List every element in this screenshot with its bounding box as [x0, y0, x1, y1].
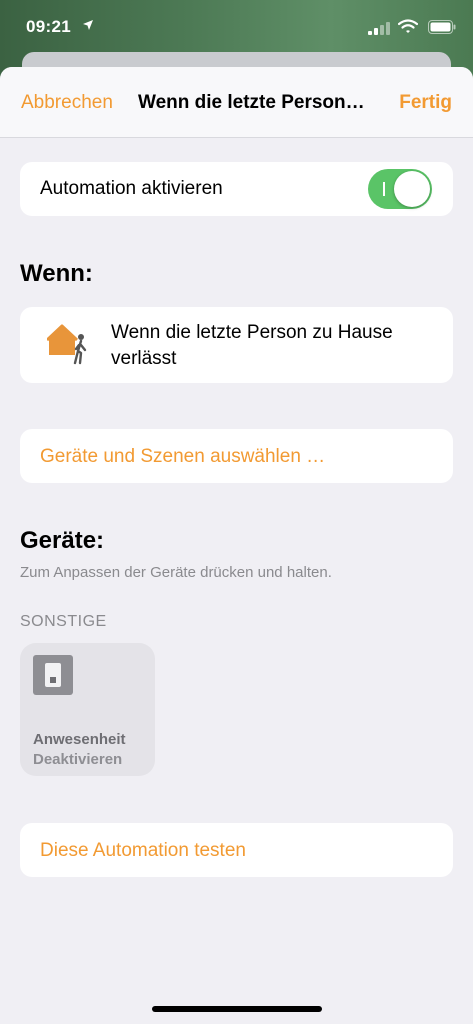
cellular-signal-icon: [368, 22, 390, 35]
devices-hint: Zum Anpassen der Geräte drücken und halt…: [20, 564, 332, 581]
toggle-knob: [394, 171, 430, 207]
done-button[interactable]: Fertig: [399, 92, 452, 114]
select-devices-label: Geräte und Szenen auswählen …: [40, 446, 326, 467]
category-label: SONSTIGE: [20, 613, 107, 630]
devices-section-title: Geräte:: [20, 527, 105, 554]
location-arrow-icon: [83, 20, 93, 30]
device-name: Anwesenheit: [33, 731, 126, 748]
navigation-bar: Abbrechen Wenn die letzte Person… Fertig: [0, 67, 473, 138]
device-state: Deaktivieren: [33, 751, 123, 768]
home-indicator[interactable]: [152, 1006, 322, 1012]
switch-icon: [33, 655, 73, 695]
automation-toggle-label: Automation aktivieren: [40, 178, 223, 199]
trigger-card[interactable]: Wenn die letzte Person zu Hause verlässt: [20, 307, 453, 383]
status-time: 09:21: [26, 17, 71, 36]
automation-sheet: Abbrechen Wenn die letzte Person… Fertig…: [0, 67, 473, 1024]
automation-toggle-switch[interactable]: [368, 169, 432, 209]
page-title: Wenn die letzte Person…: [138, 92, 365, 113]
toggle-on-mark: [383, 182, 385, 196]
test-automation-button[interactable]: Diese Automation testen: [20, 823, 453, 877]
trigger-section-title: Wenn:: [20, 260, 93, 287]
select-devices-button[interactable]: Geräte und Szenen auswählen …: [20, 429, 453, 483]
trigger-text: Wenn die letzte Person zu Hause verlässt: [111, 322, 393, 369]
cancel-button[interactable]: Abbrechen: [21, 92, 113, 114]
status-bar: 09:21: [0, 0, 473, 56]
home-leave-icon: [47, 324, 87, 365]
test-automation-label: Diese Automation testen: [40, 840, 246, 861]
wifi-icon: [398, 19, 418, 33]
device-tile[interactable]: Anwesenheit Deaktivieren: [20, 643, 155, 776]
automation-toggle-row: Automation aktivieren: [20, 162, 453, 216]
battery-icon: [428, 20, 456, 34]
